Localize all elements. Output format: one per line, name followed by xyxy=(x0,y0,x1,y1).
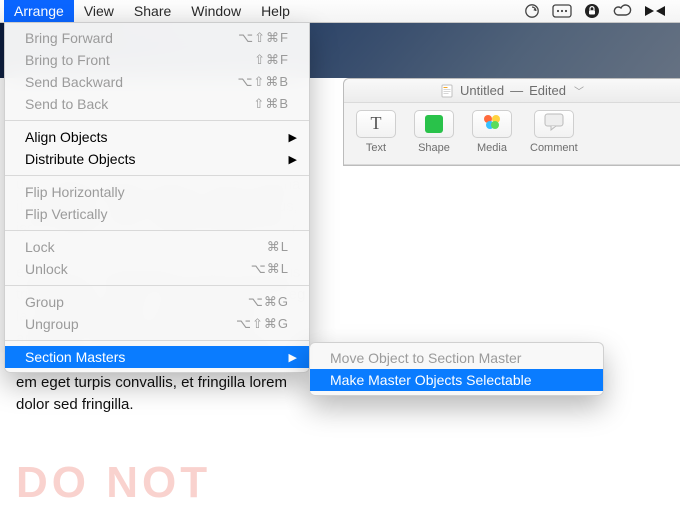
chevron-down-icon[interactable]: ﹀ xyxy=(574,83,584,98)
menu-bring-forward[interactable]: Bring Forward⌥⇧⌘F xyxy=(5,27,309,49)
document-icon xyxy=(440,84,454,98)
menu-unlock[interactable]: Unlock⌥⌘L xyxy=(5,258,309,280)
window-title: Untitled xyxy=(460,83,504,98)
toolbar-text-button[interactable]: T Text xyxy=(356,110,396,154)
menu-align-objects[interactable]: Align Objects▶ xyxy=(5,126,309,148)
window-titlebar[interactable]: Untitled — Edited ﹀ xyxy=(344,79,680,103)
menubar-item-window[interactable]: Window xyxy=(181,0,251,22)
chevron-right-icon: ▶ xyxy=(289,131,297,144)
sync-circle-icon[interactable] xyxy=(524,3,540,19)
bowtie-icon[interactable] xyxy=(644,5,666,17)
creative-cloud-icon[interactable] xyxy=(612,4,632,18)
chevron-right-icon: ▶ xyxy=(289,153,297,166)
submenu-move-to-section-master[interactable]: Move Object to Section Master xyxy=(310,347,603,369)
menu-bring-to-front[interactable]: Bring to Front⇧⌘F xyxy=(5,49,309,71)
menubar-item-arrange[interactable]: Arrange xyxy=(4,0,74,22)
window-status: Edited xyxy=(529,83,566,98)
window-title-sep: — xyxy=(510,83,523,98)
media-icon xyxy=(481,112,503,135)
arrange-menu: Bring Forward⌥⇧⌘F Bring to Front⇧⌘F Send… xyxy=(4,22,310,373)
menu-ungroup[interactable]: Ungroup⌥⇧⌘G xyxy=(5,313,309,335)
submenu-make-master-objects-selectable[interactable]: Make Master Objects Selectable xyxy=(310,369,603,391)
menubar-item-share[interactable]: Share xyxy=(124,0,181,22)
shape-icon xyxy=(425,115,443,133)
lock-icon[interactable] xyxy=(584,3,600,19)
toolbar-shape-button[interactable]: Shape xyxy=(414,110,454,154)
menubar-item-help[interactable]: Help xyxy=(251,0,300,22)
menu-flip-vertically[interactable]: Flip Vertically xyxy=(5,203,309,225)
menu-section-masters[interactable]: Section Masters ▶ Move Object to Section… xyxy=(5,346,309,368)
document-window: Untitled — Edited ﹀ T Text Shape Media C… xyxy=(343,78,680,166)
captions-icon[interactable] xyxy=(552,4,572,18)
section-masters-submenu: Move Object to Section Master Make Maste… xyxy=(309,342,604,396)
menu-send-to-back[interactable]: Send to Back⇧⌘B xyxy=(5,93,309,115)
toolbar-media-button[interactable]: Media xyxy=(472,110,512,154)
chevron-right-icon: ▶ xyxy=(289,351,297,364)
toolbar-comment-button[interactable]: Comment xyxy=(530,110,578,154)
menu-lock[interactable]: Lock⌘L xyxy=(5,236,309,258)
menu-group[interactable]: Group⌥⌘G xyxy=(5,291,309,313)
comment-icon xyxy=(544,113,564,134)
text-icon: T xyxy=(371,113,382,134)
menubar: Arrange View Share Window Help xyxy=(0,0,680,23)
watermark-text: DO NOT xyxy=(16,458,211,508)
menu-send-backward[interactable]: Send Backward⌥⇧⌘B xyxy=(5,71,309,93)
menu-flip-horizontally[interactable]: Flip Horizontally xyxy=(5,181,309,203)
toolbar: T Text Shape Media Comment xyxy=(344,103,680,165)
menu-distribute-objects[interactable]: Distribute Objects▶ xyxy=(5,148,309,170)
menubar-item-view[interactable]: View xyxy=(74,0,124,22)
